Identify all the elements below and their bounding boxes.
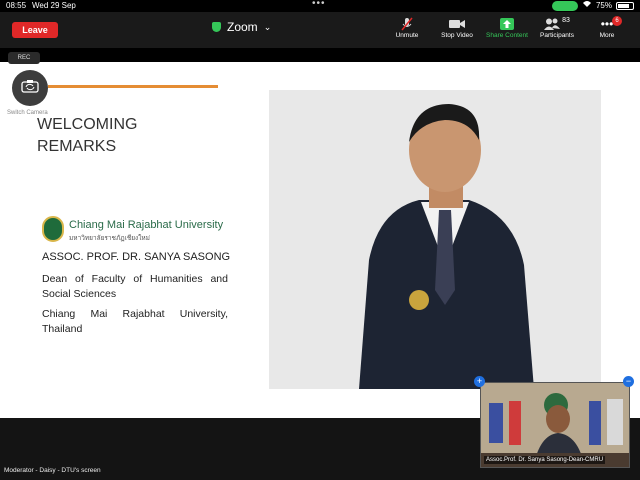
wifi-icon: [582, 0, 592, 12]
leave-button[interactable]: Leave: [12, 22, 58, 38]
meeting-title[interactable]: Zoom ⌄: [212, 20, 271, 34]
screen-share-indicator-icon: [551, 1, 578, 11]
speaker-photo: [269, 90, 601, 389]
participants-label: Participants: [540, 32, 574, 39]
screen-share-label: Moderator - Daisy - DTU's screen: [4, 467, 101, 474]
switch-camera-button[interactable]: [12, 70, 48, 106]
chevron-down-icon: ⌄: [263, 21, 272, 32]
minimize-icon[interactable]: −: [623, 376, 634, 387]
notification-badge: 6: [612, 16, 622, 26]
mic-muted-icon: [382, 16, 432, 32]
unmute-button[interactable]: Unmute: [382, 16, 432, 39]
status-icons: 75%: [551, 0, 634, 12]
rec-indicator: REC: [8, 52, 40, 64]
participants-icon: 83: [532, 16, 582, 32]
share-content-button[interactable]: Share Content: [482, 16, 532, 39]
university-name-en: Chiang Mai Rajabhat University: [69, 219, 224, 231]
toolbar-actions: Unmute Stop Video Share Content 83 Parti…: [382, 16, 632, 39]
slide-title-line1: WELCOMING: [37, 116, 138, 133]
clock: 08:55: [6, 1, 27, 10]
participants-count: 83: [562, 16, 570, 24]
university-name-th: มหาวิทยาลัยราชภัฏเชียงใหม่: [69, 235, 150, 242]
more-button[interactable]: 6 ••• More: [582, 16, 632, 39]
camera-switch-icon: [21, 79, 39, 98]
add-icon[interactable]: +: [474, 376, 485, 387]
unmute-label: Unmute: [395, 32, 419, 39]
video-camera-icon: [432, 16, 482, 32]
stop-video-button[interactable]: Stop Video: [432, 16, 482, 39]
participants-button[interactable]: 83 Participants: [532, 16, 582, 40]
meeting-toolbar: Leave Zoom ⌄ Unmute Stop Video Share Con…: [0, 12, 640, 48]
shield-icon: [212, 22, 221, 32]
more-dots-icon: •••: [600, 17, 614, 31]
speaker-role: Dean of Faculty of Humanities and Social…: [42, 273, 228, 300]
battery-percent: 75%: [595, 1, 612, 10]
speaker-affiliation: Chiang Mai Rajabhat University, Thailand: [42, 308, 228, 335]
university-logo: [42, 216, 64, 242]
participant-name-label: Assoc.Prof. Dr. Sanya Sasong-Dean-CMRU: [484, 456, 606, 464]
more-label: More: [599, 32, 615, 39]
share-content-label: Share Content: [486, 32, 528, 39]
multitask-dots-icon[interactable]: •••: [312, 0, 326, 10]
speaker-name: ASSOC. PROF. DR. SANYA SASONG: [42, 251, 231, 263]
status-bar: 08:55 Wed 29 Sep ••• 75%: [0, 0, 640, 12]
slide-title: WELCOMING REMARKS: [37, 114, 137, 158]
share-arrow-icon: [482, 16, 532, 32]
app-title: Zoom: [227, 20, 258, 34]
slide-title-line2: REMARKS: [37, 138, 117, 155]
date: Wed 29 Sep: [32, 1, 76, 10]
battery-icon: [616, 2, 634, 10]
accent-bar: [48, 85, 218, 88]
switch-camera-label: Switch Camera: [7, 110, 48, 116]
stop-video-label: Stop Video: [441, 32, 473, 39]
